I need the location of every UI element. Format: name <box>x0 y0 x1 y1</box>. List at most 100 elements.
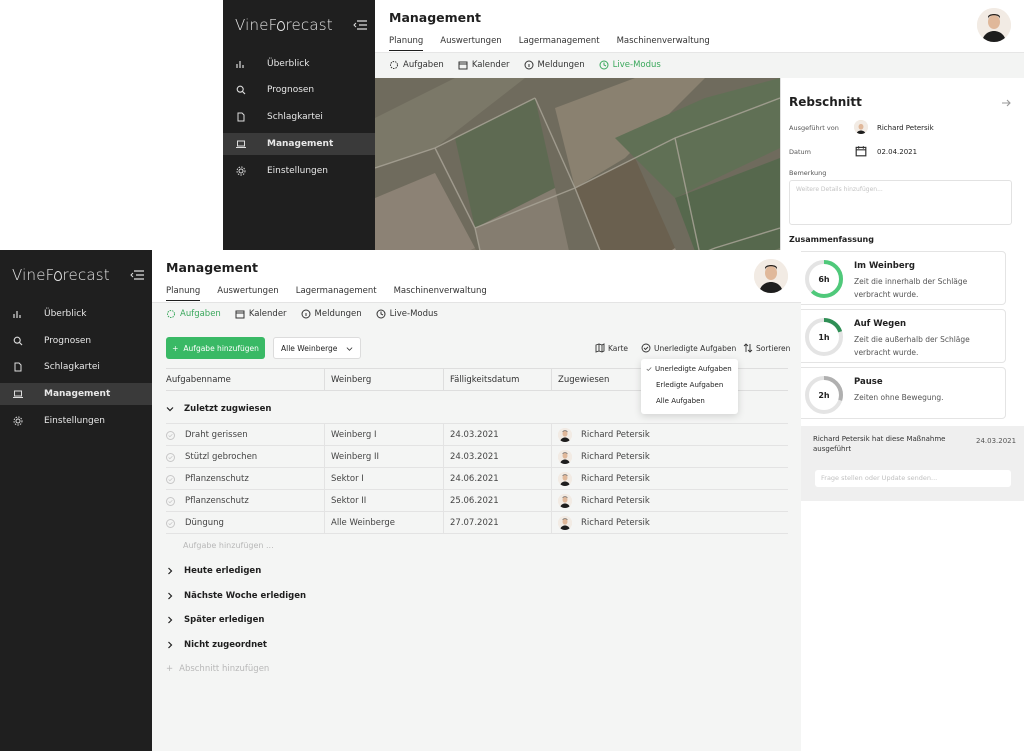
check-circle-icon[interactable] <box>166 452 175 462</box>
tab-storage[interactable]: Lagermanagement <box>296 286 377 301</box>
task-name: Pflanzenschutz <box>185 474 249 484</box>
user-avatar[interactable] <box>754 259 788 293</box>
nav-overview[interactable]: Überblick <box>0 303 152 325</box>
section-label: Nächste Woche erledigen <box>184 591 307 601</box>
calendar-icon[interactable] <box>855 145 867 157</box>
tab-evaluations[interactable]: Auswertungen <box>440 36 501 51</box>
add-task-button[interactable]: + Aufgabe hinzufügen <box>166 337 265 359</box>
collapse-menu-icon[interactable] <box>130 270 144 280</box>
table-row[interactable]: Pflanzenschutz Sektor I 24.06.2021 Richard … <box>166 467 788 490</box>
card-title: Pause <box>854 377 883 387</box>
back-nav-fields[interactable]: Schlagkartei <box>223 106 375 128</box>
nav-fields[interactable]: Schlagkartei <box>0 356 152 378</box>
subtab-label: Meldungen <box>537 60 585 70</box>
tab-machines[interactable]: Maschinenverwaltung <box>617 36 710 51</box>
filter-option-open[interactable]: Unerledigte Aufgaben <box>646 365 732 373</box>
section-unassigned[interactable]: Nicht zugeordnet <box>166 640 267 650</box>
col-assignee[interactable]: Zugewiesen <box>551 369 609 390</box>
vineyard-filter-select[interactable]: Alle Weinberge <box>273 337 361 359</box>
nav-management[interactable]: Management <box>0 383 152 405</box>
page-title: Management <box>166 260 259 275</box>
check-circle-icon[interactable] <box>166 518 175 528</box>
status-filter-button[interactable]: Unerledigte Aufgaben <box>641 343 736 353</box>
vineyard-cell: Alle Weinberge <box>324 512 443 534</box>
add-section-button[interactable]: + Abschnitt hinzufügen <box>166 664 269 674</box>
chevron-down-icon <box>166 407 174 412</box>
activity-panel: Richard Petersik hat diese Maßnahme ausg… <box>801 426 1024 501</box>
section-label: Später erledigen <box>184 615 265 625</box>
task-name-cell: Pflanzenschutz <box>166 468 249 490</box>
table-row[interactable]: Draht gerissen Weinberg I 24.03.2021 Richar… <box>166 423 788 446</box>
tab-planning[interactable]: Planung <box>166 286 201 301</box>
collapse-menu-icon[interactable] <box>353 20 367 30</box>
section-next-week[interactable]: Nächste Woche erledigen <box>166 591 306 601</box>
subtab-calendar[interactable]: Kalender <box>458 60 510 70</box>
check-circle-icon[interactable] <box>166 430 175 440</box>
checkmark-icon <box>646 367 652 372</box>
vineyard-cell: Sektor II <box>324 490 443 512</box>
back-nav-overview[interactable]: Überblick <box>223 53 375 75</box>
user-avatar[interactable] <box>977 8 1011 42</box>
nav-label: Überblick <box>267 59 310 69</box>
chevron-right-icon <box>168 592 173 600</box>
table-row[interactable]: Düngung Alle Weinberge 27.07.2021 Richard P… <box>166 511 788 534</box>
person-avatar-icon <box>977 8 1011 42</box>
sort-label: Sortieren <box>756 343 791 353</box>
nav-settings[interactable]: Einstellungen <box>0 410 152 432</box>
table-row[interactable]: Pflanzenschutz Sektor II 25.06.2021 Richard… <box>166 489 788 512</box>
arrow-right-icon[interactable] <box>1001 98 1011 108</box>
section-recently-assigned[interactable]: Zuletzt zugwiesen <box>166 404 271 414</box>
tab-storage[interactable]: Lagermanagement <box>519 36 600 51</box>
map-view-button[interactable]: Karte <box>595 343 628 353</box>
table-bottom-border <box>166 533 788 534</box>
tab-machines[interactable]: Maschinenverwaltung <box>394 286 487 301</box>
task-name-cell: Pflanzenschutz <box>166 490 249 512</box>
back-nav-forecasts[interactable]: Prognosen <box>223 79 375 101</box>
filter-option-all[interactable]: Alle Aufgaben <box>656 397 705 405</box>
col-due-date[interactable]: Fälligkeitsdatum <box>443 369 519 390</box>
remark-label: Bemerkung <box>789 169 827 177</box>
check-circle-icon[interactable] <box>166 496 175 506</box>
assignee-cell: Richard Petersik <box>551 490 788 512</box>
check-circle-icon[interactable] <box>166 474 175 484</box>
col-vineyard[interactable]: Weinberg <box>324 369 371 390</box>
subtab-tasks[interactable]: Aufgaben <box>166 309 221 319</box>
main-tabs: Planung Auswertungen Lagermanagement Mas… <box>166 286 487 301</box>
nav-label: Einstellungen <box>267 166 329 176</box>
chevron-right-icon <box>168 641 173 649</box>
vineyard-filter-value: Alle Weinberge <box>281 343 338 353</box>
add-task-inline[interactable]: Aufgabe hinzufügen ... <box>183 541 274 550</box>
subtab-label: Aufgaben <box>403 60 444 70</box>
subtab-calendar[interactable]: Kalender <box>235 309 287 319</box>
assignee-avatar <box>558 428 572 442</box>
assignee-name: Richard Petersik <box>581 474 650 484</box>
subtab-tasks[interactable]: Aufgaben <box>389 60 444 70</box>
back-nav-management[interactable]: Management <box>223 133 375 155</box>
tab-evaluations[interactable]: Auswertungen <box>217 286 278 301</box>
sort-button[interactable]: Sortieren <box>743 343 790 353</box>
nav-forecasts[interactable]: Prognosen <box>0 330 152 352</box>
filter-option-done[interactable]: Erledigte Aufgaben <box>656 381 723 389</box>
remark-input[interactable]: Weitere Details hinzufügen... <box>789 180 1012 225</box>
assignee-avatar <box>558 450 572 464</box>
check-circle-icon <box>641 343 651 353</box>
filter-label: Unerledigte Aufgaben <box>654 343 737 353</box>
section-later[interactable]: Später erledigen <box>166 615 264 625</box>
tab-planning[interactable]: Planung <box>389 36 424 51</box>
section-today[interactable]: Heute erledigen <box>166 566 261 576</box>
subtab-live-mode[interactable]: Live-Modus <box>376 309 438 319</box>
card-description: Zeit die innerhalb der Schläge verbracht… <box>854 277 968 299</box>
calendar-icon <box>235 310 245 319</box>
performed-by-label: Ausgeführt von <box>789 124 839 132</box>
clock-icon <box>599 60 609 70</box>
subtab-reports[interactable]: Meldungen <box>301 309 362 319</box>
chevron-right-icon <box>168 616 173 624</box>
col-task-name[interactable]: Aufgabenname <box>166 369 231 390</box>
back-nav-settings[interactable]: Einstellungen <box>223 160 375 182</box>
document-icon <box>237 112 245 122</box>
subtab-reports[interactable]: Meldungen <box>524 60 585 70</box>
comment-input[interactable]: Frage stellen oder Update senden... <box>815 470 1011 487</box>
subtab-live-mode[interactable]: Live-Modus <box>599 60 661 70</box>
task-name: Düngung <box>185 518 224 528</box>
table-row[interactable]: Stützl gebrochen Weinberg II 24.03.2021 Ric… <box>166 445 788 468</box>
